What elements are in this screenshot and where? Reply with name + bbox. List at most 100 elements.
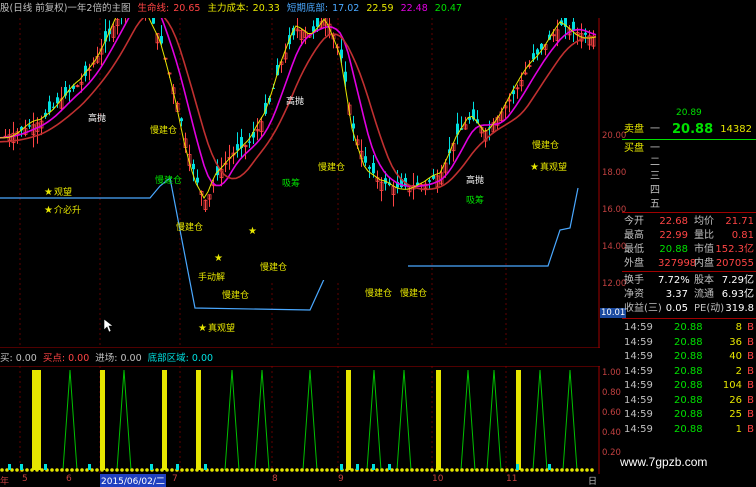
volume-tick	[150, 464, 153, 470]
main-price-chart[interactable]: 高抛 高抛 高抛 慢建仓 慢建仓 慢建仓 慢建仓 慢建仓 慢建仓 慢建仓 慢建仓…	[0, 18, 600, 348]
tick-time: 14:59	[624, 409, 653, 420]
baseline-dot	[360, 468, 364, 472]
baseline-dot	[375, 468, 379, 472]
signal-peak-green	[254, 369, 270, 471]
annotation-slow-build-9: 慢建仓	[532, 139, 559, 151]
indicator-grid	[0, 366, 600, 474]
baseline-dot	[0, 468, 4, 472]
stat2-label-b: 股本	[694, 275, 714, 286]
volume-tick	[356, 464, 359, 470]
tick-row: 14:59 20.88 26 B	[624, 394, 754, 407]
baseline-dot	[410, 468, 414, 472]
tick-time: 14:59	[624, 380, 653, 391]
baseline-dot	[425, 468, 429, 472]
price-scale: 20.00 18.00 16.00 14.00 12.00 10.01	[600, 18, 627, 348]
xaxis-label-6: 6	[66, 474, 72, 484]
tick-flag: B	[747, 322, 754, 333]
signal-bar-yellow	[346, 370, 351, 470]
signal-peak-green	[62, 369, 78, 471]
tick-volume: 104	[722, 380, 742, 391]
bid-level-5: 五	[650, 199, 660, 210]
candle-body	[316, 18, 319, 27]
indicator-bars	[0, 369, 594, 472]
baseline-dot	[165, 468, 169, 472]
candle-body	[368, 166, 371, 169]
baseline-dot	[110, 468, 114, 472]
tick-price: 20.88	[674, 336, 703, 348]
bottom-zone-label: 底部区域:	[147, 353, 189, 364]
entry-value: 0.00	[120, 353, 142, 364]
candle-body	[48, 101, 51, 113]
stat-label-b: 内盘	[694, 258, 714, 269]
annotation-manual: 手动解	[198, 271, 225, 283]
baseline-dot	[395, 468, 399, 472]
cost-value: 20.33	[252, 3, 280, 14]
tick-row: 14:59 20.88 25 B	[624, 408, 754, 421]
annotation-rise: 介必升	[54, 204, 81, 216]
volume-tick	[88, 464, 91, 470]
sub-tick-5: 0.20	[602, 448, 621, 458]
baseline-dot	[280, 468, 284, 472]
baseline-dot	[585, 468, 589, 472]
annotation-slow-build-8: 慢建仓	[400, 287, 427, 299]
baseline-dot	[135, 468, 139, 472]
annotation-slow-build-1: 慢建仓	[150, 124, 177, 136]
ddx-label: 买:	[0, 353, 13, 364]
baseline-dot	[75, 468, 79, 472]
volume-tick	[388, 464, 391, 470]
signal-bar-yellow	[36, 370, 41, 470]
tick-volume: 1	[735, 423, 742, 435]
stat2-value-b: 6.93亿	[721, 289, 754, 300]
candle-body	[352, 123, 355, 129]
baseline-dot	[140, 468, 144, 472]
tick-price: 20.88	[674, 322, 703, 333]
baseline-dot	[15, 468, 19, 472]
signal-peak-green	[532, 369, 548, 471]
signal-peak-green	[302, 369, 318, 471]
baseline-dot	[60, 468, 64, 472]
baseline-dot	[510, 468, 514, 472]
tick-price: 20.88	[674, 409, 703, 420]
stat-value-a: 22.68	[659, 216, 688, 227]
tick-volume: 25	[729, 409, 742, 420]
stat-value-b: 0.81	[731, 230, 754, 241]
bottom-value-3: 22.48	[400, 3, 428, 14]
indicator-header: 买: 0.00 买点: 0.00 进场: 0.00 底部区域: 0.00	[0, 352, 600, 366]
stat2-label-a: 换手	[624, 275, 644, 286]
annotation-absorb-2: 吸筹	[466, 194, 484, 206]
stat-value-a: 327998	[658, 258, 697, 269]
baseline-dot	[50, 468, 54, 472]
baseline-dot	[225, 468, 229, 472]
tick-time: 14:59	[624, 423, 653, 435]
tick-volume: 40	[729, 351, 742, 362]
xaxis-cursor-date: 2015/06/02/二	[100, 474, 166, 487]
indicator-chart[interactable]	[0, 366, 600, 474]
watermark-text: www.7gpzb.com	[620, 455, 708, 469]
ddx-value: 0.00	[15, 353, 37, 364]
baseline-dot	[30, 468, 34, 472]
baseline-dot	[295, 468, 299, 472]
tick-price: 20.88	[674, 351, 703, 362]
volume-tick	[548, 464, 551, 470]
tick-volume: 2	[735, 365, 742, 377]
baseline-dot	[300, 468, 304, 472]
baseline-dot	[100, 468, 104, 472]
baseline-dot	[430, 468, 434, 472]
baseline-dot	[520, 468, 524, 472]
stat-label-b: 量比	[694, 230, 714, 241]
annotation-star-mid-2: ★	[248, 226, 257, 237]
bottom-value-4: 20.47	[434, 3, 462, 14]
stat-value-b: 152.3亿	[715, 244, 754, 255]
volume-tick	[372, 464, 375, 470]
baseline-dot	[240, 468, 244, 472]
signal-bar-yellow	[436, 370, 441, 470]
candle-body	[428, 180, 431, 182]
baseline-dot	[65, 468, 69, 472]
stat2-label-a: 收益(三)	[624, 303, 662, 314]
tick-row: 14:59 20.88 2 B	[624, 365, 754, 378]
baseline-dot	[265, 468, 269, 472]
annotation-true-watch-1: 真观望	[208, 322, 235, 334]
baseline-dot	[325, 468, 329, 472]
volume-tick	[8, 464, 11, 470]
candle-body	[196, 177, 199, 183]
